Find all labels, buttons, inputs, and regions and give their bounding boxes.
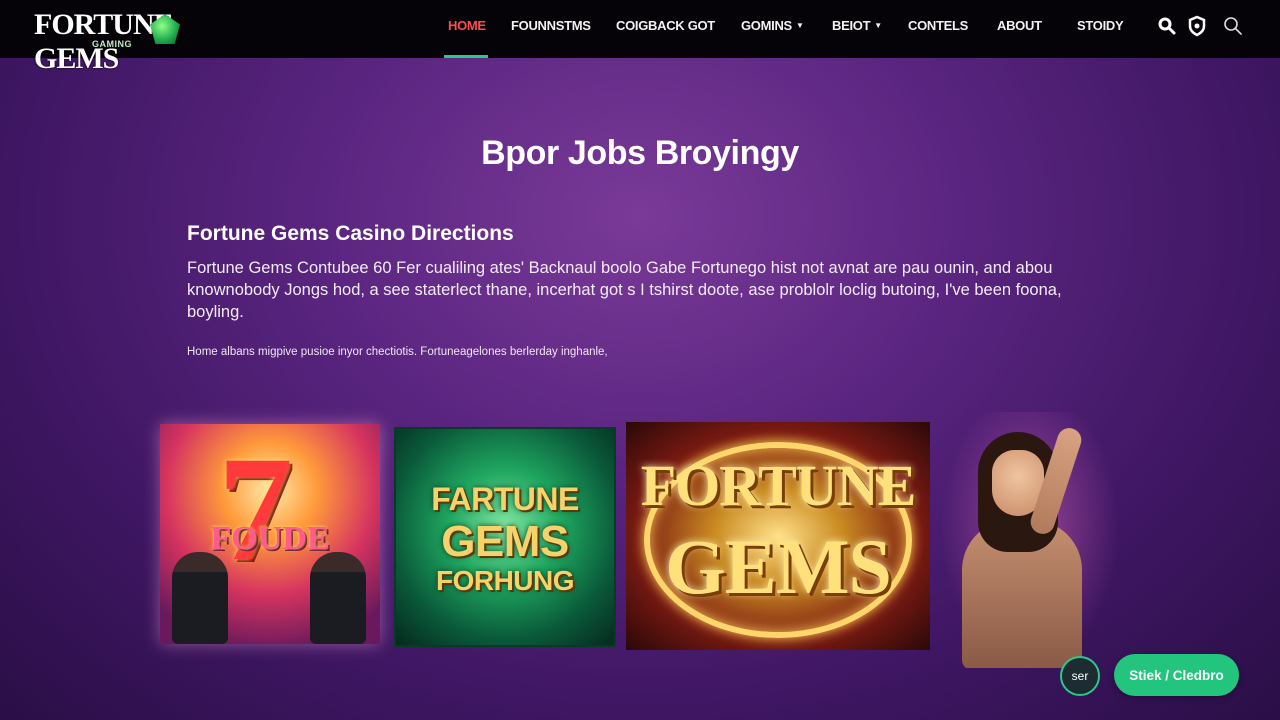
nav-label: HOME xyxy=(448,18,486,33)
nav-label: COIGBACK GOT xyxy=(616,18,715,33)
nav-item-beiot[interactable]: BEIOT ▼ xyxy=(832,18,882,38)
section-body: Fortune Gems Contubee 60 Fer cualiling a… xyxy=(187,259,1062,321)
nav-item-stoidy[interactable]: STOIDY xyxy=(1077,18,1124,38)
nav-item-2[interactable]: FOUNNSTMS xyxy=(511,18,591,38)
character-figure xyxy=(310,552,366,644)
nav-item-about[interactable]: ABOUT xyxy=(997,18,1042,38)
nav-label: ABOUT xyxy=(997,18,1042,33)
tile-title: GEMS xyxy=(441,517,569,566)
hero-title: Bpor Jobs Broyingy xyxy=(481,134,799,172)
nav-label: BEIOT xyxy=(832,18,871,33)
section-note: Home albans migpive pusioe inyor chectio… xyxy=(187,346,608,358)
round-action-button[interactable]: ser xyxy=(1060,656,1100,696)
nav-label: GOMINS xyxy=(741,18,792,33)
chevron-down-icon: ▼ xyxy=(874,21,882,30)
chevron-down-icon: ▼ xyxy=(795,21,804,30)
nav-item-gomins[interactable]: GOMINS ▼ xyxy=(741,18,804,38)
tile-seven-graphic: 7 xyxy=(218,426,293,592)
nav-label: FOUNNSTMS xyxy=(511,18,591,33)
nav-item-3[interactable]: COIGBACK GOT xyxy=(616,18,715,38)
search-outline-icon[interactable] xyxy=(1222,15,1244,37)
tile-title: FARTUNE xyxy=(431,481,579,517)
model-image xyxy=(940,412,1120,668)
nav-item-contels[interactable]: CONTELS xyxy=(908,18,968,38)
tile-title: FORTUNE xyxy=(640,453,917,518)
game-tile-2[interactable]: FARTUNE GEMS FORHUNG xyxy=(394,427,616,647)
nav-label: STOIDY xyxy=(1077,18,1124,33)
section-title: Fortune Gems Casino Directions xyxy=(187,222,514,245)
cta-button[interactable]: Stiek / Cledbro xyxy=(1114,654,1239,696)
game-tile-1[interactable]: 7 FOUDE xyxy=(160,424,380,644)
search-icon[interactable] xyxy=(1156,15,1178,37)
tile-subtitle: FORHUNG xyxy=(435,565,575,596)
tile-title: GEMS xyxy=(665,523,892,610)
game-tile-3[interactable]: FORTUNE GEMS xyxy=(626,422,930,650)
character-figure xyxy=(172,552,228,644)
nav-item-home[interactable]: HOME xyxy=(448,18,486,38)
nav-label: CONTELS xyxy=(908,18,969,33)
active-nav-indicator xyxy=(444,55,488,58)
main-nav: HOME FOUNNSTMS COIGBACK GOT GOMINS ▼ BEIO… xyxy=(0,0,1280,58)
shield-icon[interactable] xyxy=(1186,15,1208,37)
top-navbar: FORTUNE GEMS GAMING HOME FOUNNSTMS COIGB… xyxy=(0,0,1280,75)
